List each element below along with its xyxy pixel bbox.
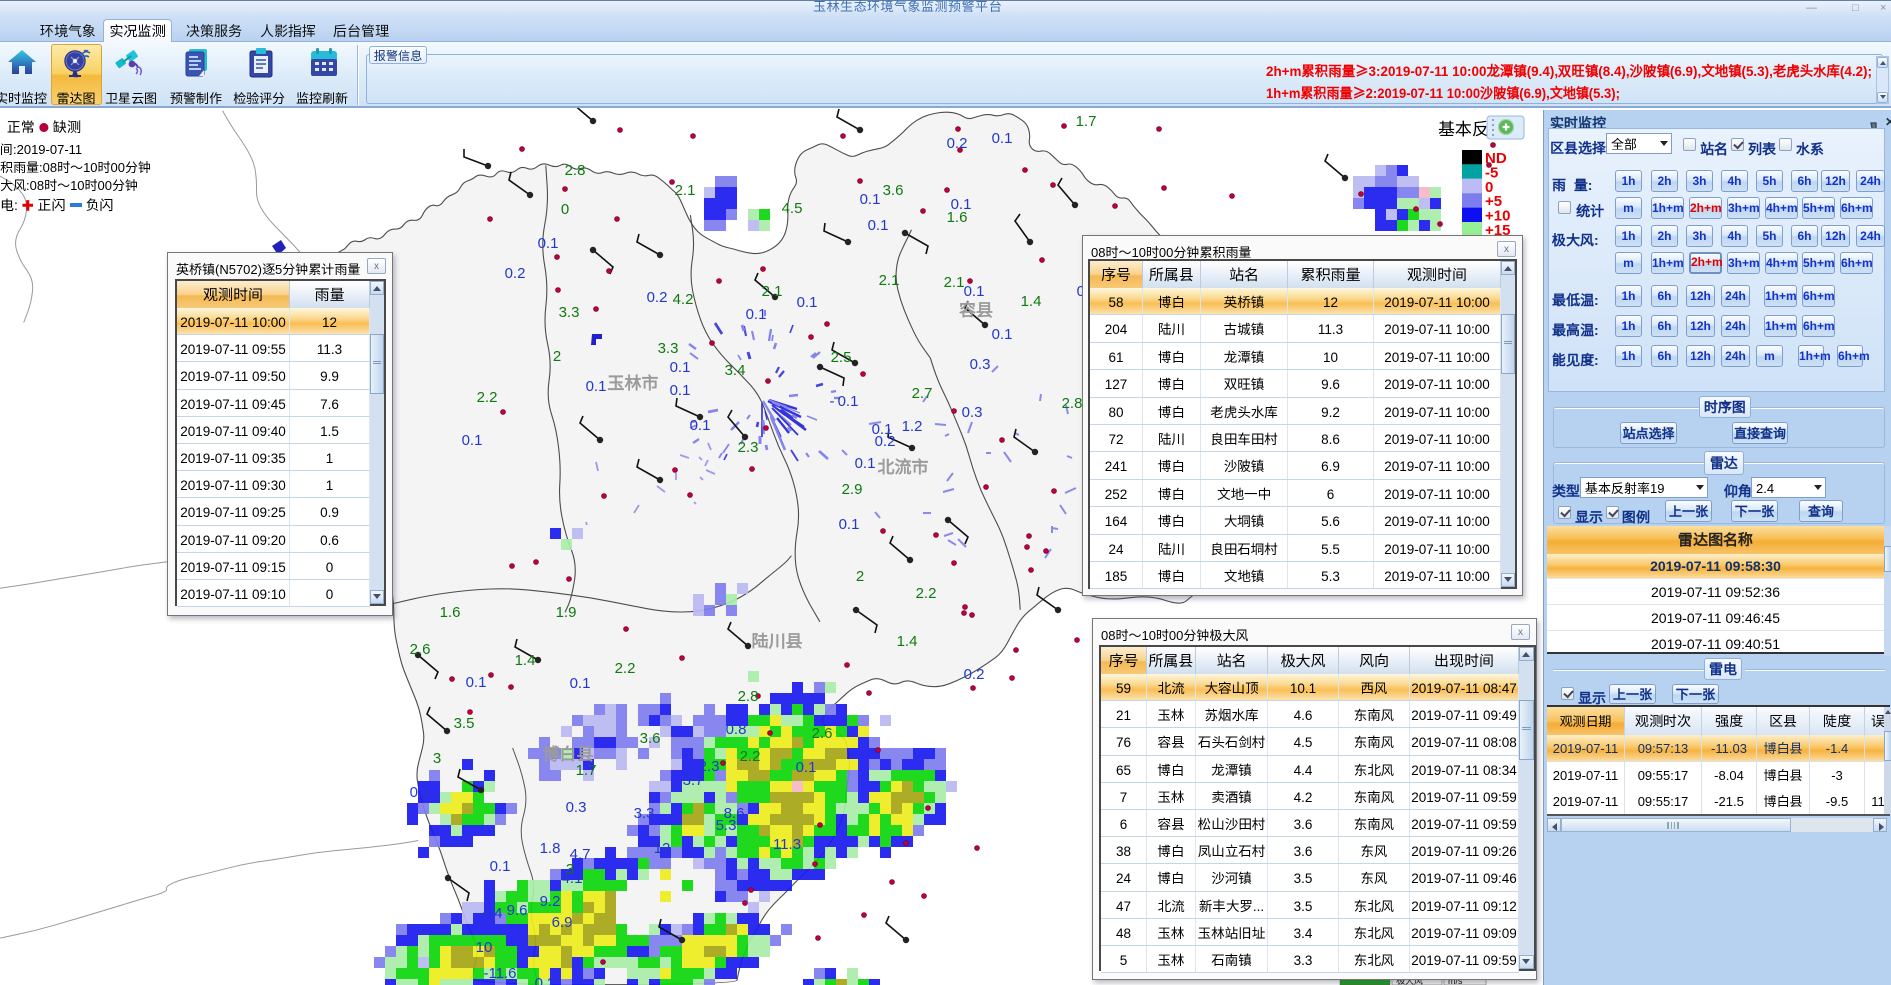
svg-text:12: 12 — [654, 840, 671, 857]
svg-text:1.9: 1.9 — [556, 604, 577, 621]
svg-text:0: 0 — [561, 201, 569, 218]
svg-text:3.6: 3.6 — [640, 730, 661, 747]
svg-text:3.6: 3.6 — [883, 182, 904, 199]
svg-text:0.1: 0.1 — [951, 196, 972, 213]
svg-text:0.1: 0.1 — [586, 378, 607, 395]
svg-text:北流市: 北流市 — [877, 453, 929, 478]
svg-text:-: - — [830, 393, 835, 410]
svg-text:3: 3 — [433, 750, 441, 767]
svg-text:1.4: 1.4 — [1021, 293, 1042, 310]
svg-text:3.5: 3.5 — [454, 715, 475, 732]
svg-text:2.2: 2.2 — [615, 660, 636, 677]
svg-text:2.8: 2.8 — [738, 688, 759, 705]
svg-text:3.3: 3.3 — [634, 805, 655, 822]
svg-text:2.9: 2.9 — [842, 481, 863, 498]
svg-text:1.8: 1.8 — [540, 840, 561, 857]
svg-text:0.1: 0.1 — [860, 191, 881, 208]
svg-text:基本反: 基本反 — [1438, 115, 1489, 140]
svg-text:0.3: 0.3 — [962, 404, 983, 421]
svg-text:0.1: 0.1 — [690, 417, 711, 434]
svg-text:0.1: 0.1 — [538, 235, 559, 252]
svg-text:2.2: 2.2 — [916, 585, 937, 602]
svg-text:0.8: 0.8 — [726, 721, 747, 738]
svg-text:2.8: 2.8 — [1062, 395, 1083, 412]
svg-text:2.2: 2.2 — [477, 389, 498, 406]
svg-text:1.7: 1.7 — [1076, 113, 1097, 130]
svg-text:0.3: 0.3 — [970, 356, 991, 373]
svg-text:3.3: 3.3 — [559, 304, 580, 321]
svg-text:10: 10 — [476, 939, 493, 956]
svg-text:0.1: 0.1 — [746, 306, 767, 323]
svg-text:11.3: 11.3 — [773, 836, 801, 853]
svg-text:0.1: 0.1 — [855, 455, 876, 472]
svg-text:0.1: 0.1 — [838, 393, 859, 410]
svg-text:0.2: 0.2 — [647, 289, 668, 306]
svg-text:2.2: 2.2 — [740, 748, 761, 765]
svg-text:1.2: 1.2 — [902, 418, 923, 435]
svg-text:9.2: 9.2 — [540, 893, 561, 910]
svg-text:3.3: 3.3 — [658, 340, 679, 357]
svg-text:0.1: 0.1 — [670, 359, 691, 376]
svg-text:0.1: 0.1 — [410, 784, 431, 801]
svg-text:4.4: 4.4 — [482, 905, 503, 922]
svg-text:2.8: 2.8 — [565, 162, 586, 179]
svg-text:2.7: 2.7 — [912, 385, 933, 402]
svg-text:0.1: 0.1 — [868, 217, 889, 234]
svg-text:0.1: 0.1 — [462, 432, 483, 449]
svg-text:0.2: 0.2 — [505, 265, 526, 282]
svg-text:1.4: 1.4 — [515, 652, 536, 669]
svg-text:0.1: 0.1 — [797, 294, 818, 311]
svg-text:3.4: 3.4 — [725, 362, 746, 379]
svg-text:4.7: 4.7 — [570, 846, 591, 863]
svg-text:2.3: 2.3 — [738, 439, 759, 456]
svg-text:2.6: 2.6 — [410, 641, 431, 658]
svg-text:陆川县: 陆川县 — [752, 627, 803, 652]
svg-text:0.1: 0.1 — [872, 421, 893, 438]
svg-text:0.1: 0.1 — [466, 674, 487, 691]
svg-text:0.2: 0.2 — [535, 975, 556, 985]
svg-text:-11.6: -11.6 — [483, 965, 516, 982]
svg-text:1.6: 1.6 — [440, 604, 461, 621]
svg-text:4.1: 4.1 — [562, 870, 583, 887]
svg-text:2.1: 2.1 — [944, 274, 965, 291]
svg-text:0.1: 0.1 — [839, 516, 860, 533]
svg-text:5.3: 5.3 — [716, 817, 737, 834]
svg-text:2: 2 — [856, 568, 864, 585]
svg-text:0.1: 0.1 — [490, 858, 511, 875]
svg-text:玉林市: 玉林市 — [608, 369, 659, 394]
svg-text:1.4: 1.4 — [897, 633, 918, 650]
svg-text:2.1: 2.1 — [675, 182, 696, 199]
svg-text:0.2: 0.2 — [964, 666, 985, 683]
svg-text:4.5: 4.5 — [782, 200, 803, 217]
svg-text:2.3: 2.3 — [699, 758, 720, 775]
svg-text:博白县: 博白县 — [543, 740, 594, 765]
svg-text:6.9: 6.9 — [552, 914, 573, 931]
svg-text:0.3: 0.3 — [566, 799, 587, 816]
svg-text:2.1: 2.1 — [879, 272, 900, 289]
svg-text:2.6: 2.6 — [812, 725, 833, 742]
svg-text:0.1: 0.1 — [670, 382, 691, 399]
svg-text:0.1: 0.1 — [570, 675, 591, 692]
svg-text:容县: 容县 — [959, 296, 993, 321]
svg-text:0.2: 0.2 — [947, 135, 968, 152]
svg-text:0.1: 0.1 — [992, 326, 1013, 343]
svg-text:9.6: 9.6 — [507, 902, 528, 919]
svg-text:2.5: 2.5 — [831, 349, 852, 366]
svg-text:2: 2 — [553, 348, 561, 365]
svg-text:2.1: 2.1 — [762, 283, 783, 300]
svg-text:0.1: 0.1 — [796, 759, 817, 776]
svg-text:4.2: 4.2 — [673, 291, 694, 308]
svg-text:0.1: 0.1 — [992, 130, 1013, 147]
